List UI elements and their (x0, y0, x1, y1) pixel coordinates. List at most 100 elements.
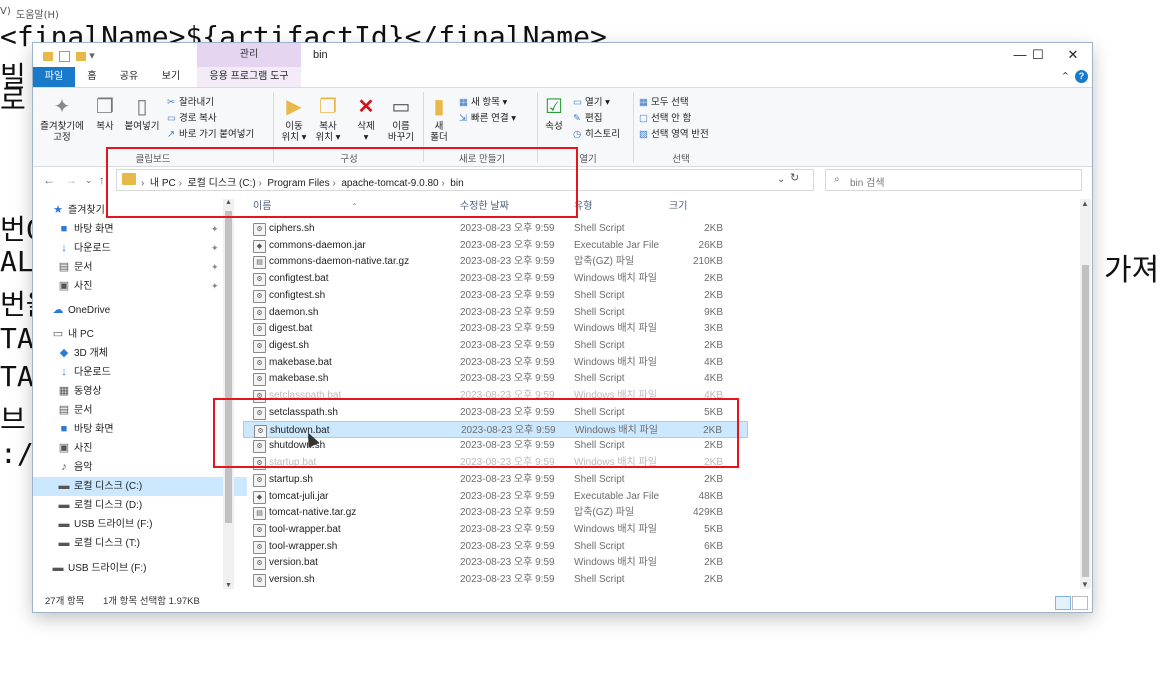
refresh-icon[interactable]: ↻ (790, 171, 799, 184)
nav-item[interactable]: ▬ 로컬 디스크 (C:) (33, 477, 247, 496)
delete-icon: ✕ (357, 96, 375, 118)
cut-button[interactable]: ✂ 잘라내기 (167, 94, 214, 108)
address-dropdown-icon[interactable]: ⌄ (777, 174, 785, 185)
table-row[interactable]: ⚙ digest.bat 2023-08-23 오후 9:59 Windows 배치 … (243, 320, 748, 337)
history-button[interactable]: ◷ 히스토리 (573, 126, 620, 140)
copy-button[interactable]: ❐ 복사 (91, 96, 119, 132)
table-row[interactable]: ⚙ version.bat 2023-08-23 오후 9:59 Windows 배치… (243, 554, 748, 571)
nav-item[interactable]: ▬ 로컬 디스크 (D:) (33, 496, 247, 515)
nav-item[interactable]: ↓ 다운로드 (33, 363, 247, 382)
copy-to-button[interactable]: ❐ 복사 위치 ▾ (311, 96, 345, 143)
scroll-down-icon[interactable]: ▼ (1081, 580, 1089, 589)
scroll-down-icon[interactable]: ▼ (225, 582, 232, 589)
paste-button[interactable]: ▯ 붙여넣기 (121, 96, 163, 132)
nav-item[interactable]: ▬ USB 드라이브 (F:) (33, 515, 247, 534)
paste-icon: ▯ (136, 96, 148, 118)
large-icons-view-icon[interactable] (1072, 596, 1088, 610)
ribbon-expand-icon[interactable]: ⌃ (1061, 70, 1070, 83)
quick-access-toolbar[interactable]: ▾ (43, 49, 95, 62)
nav-scrollbar[interactable]: ▲ ▼ (223, 199, 234, 589)
nav-item[interactable]: ▬ USB 드라이브 (F:) (33, 559, 241, 578)
select-all-button[interactable]: ▦ 모두 선택 (639, 94, 689, 108)
file-list: 이름 ⌃ 수정한 날짜 유형 크기 ⚙ ciphers.sh 2023-08-23 … (243, 199, 1078, 591)
forward-arrow-icon[interactable]: → (65, 173, 77, 187)
file-name: version.bat (269, 557, 318, 569)
nav-item[interactable]: ▬ 로컬 디스크 (T:) (33, 534, 247, 553)
context-tab-manage[interactable]: 관리 (197, 43, 301, 67)
nav-item[interactable]: ↓ 다운로드 ✦ (33, 239, 247, 258)
selection-info: 1개 항목 선택함 1.97KB (103, 596, 200, 607)
nav-item[interactable]: ■ 바탕 화면 ✦ (33, 220, 247, 239)
table-row[interactable]: ⚙ tool-wrapper.bat 2023-08-23 오후 9:59 Windo… (243, 521, 748, 538)
back-arrow-icon[interactable]: ← (43, 173, 55, 187)
table-row[interactable]: ▤ tomcat-native.tar.gz 2023-08-23 오후 9:59 압… (243, 504, 748, 521)
nav-item-icon: ■ (60, 423, 68, 435)
file-type: Windows 배치 파일 (574, 273, 657, 285)
table-row[interactable]: ◆ commons-daemon.jar 2023-08-23 오후 9:59 Exe… (243, 237, 748, 254)
table-row[interactable]: ⚙ configtest.bat 2023-08-23 오후 9:59 Windows… (243, 270, 748, 287)
pin-icon[interactable]: ✦ (211, 220, 219, 239)
scroll-up-icon[interactable]: ▲ (1081, 199, 1089, 208)
table-row[interactable]: ⚙ configtest.sh 2023-08-23 오후 9:59 Shell Sc… (243, 287, 748, 304)
edit-button[interactable]: ✎ 편집 (573, 110, 602, 124)
table-row[interactable]: ⚙ daemon.sh 2023-08-23 오후 9:59 Shell Script… (243, 304, 748, 321)
qat-dropdown[interactable]: ▾ (89, 50, 95, 62)
close-button[interactable]: ✕ (1058, 47, 1088, 63)
maximize-button[interactable]: ☐ (1023, 47, 1053, 63)
rename-button[interactable]: ▭ 이름 바꾸기 (383, 96, 419, 143)
file-date: 2023-08-23 오후 9:59 (460, 273, 555, 285)
file-list-scrollbar[interactable]: ▲ ▼ (1080, 199, 1091, 589)
table-row[interactable]: ⚙ makebase.sh 2023-08-23 오후 9:59 Shell Scri… (243, 370, 748, 387)
tab-home[interactable]: 홈 (79, 67, 105, 87)
tab-file[interactable]: 파일 (33, 67, 75, 87)
tab-view[interactable]: 보기 (155, 67, 187, 87)
details-view-icon[interactable] (1055, 596, 1071, 610)
up-arrow-icon[interactable]: ↑ (99, 173, 105, 187)
tab-app-tools[interactable]: 응용 프로그램 도구 (197, 67, 301, 87)
background-fragment: :/ (0, 437, 34, 470)
tab-share[interactable]: 공유 (113, 67, 145, 87)
file-date: 2023-08-23 오후 9:59 (460, 473, 555, 485)
easy-access-button[interactable]: ⇲ 빠른 연결 ▾ (459, 110, 516, 124)
nav-item[interactable]: ▭ 내 PC (33, 325, 241, 344)
table-row[interactable]: ⚙ makebase.bat 2023-08-23 오후 9:59 Windows 배… (243, 354, 748, 371)
recent-dropdown-icon[interactable]: ⌄ (85, 175, 93, 186)
pin-icon[interactable]: ✦ (211, 239, 219, 258)
delete-label-2: ▾ (363, 132, 369, 143)
nav-item-icon: ◆ (59, 347, 69, 359)
nav-item[interactable]: ▣ 사진 ✦ (33, 277, 247, 296)
file-name: tool-wrapper.bat (269, 523, 341, 535)
paste-shortcut-button[interactable]: ↗ 바로 가기 붙여넣기 (167, 126, 254, 140)
file-type: Shell Script (574, 340, 625, 352)
pin-icon[interactable]: ✦ (211, 258, 219, 277)
file-type-icon: ⚙ (253, 356, 266, 370)
open-button[interactable]: ▭ 열기 ▾ (573, 94, 610, 108)
table-row[interactable]: ◆ tomcat-juli.jar 2023-08-23 오후 9:59 Execut… (243, 488, 748, 505)
pin-quick-access-button[interactable]: ✦ 즐겨찾기에 고정 (37, 96, 87, 143)
table-row[interactable]: ⚙ digest.sh 2023-08-23 오후 9:59 Shell Script… (243, 337, 748, 354)
select-none-button[interactable]: ▢ 선택 안 함 (639, 110, 691, 124)
background-fragment: AL (0, 245, 34, 278)
delete-button[interactable]: ✕ 삭제 ▾ (349, 96, 383, 143)
move-to-button[interactable]: ▶ 이동 위치 ▾ (277, 96, 311, 143)
properties-button[interactable]: ☑ 속성 (539, 96, 569, 132)
copy-path-button[interactable]: ▭ 경로 복사 (167, 110, 217, 124)
nav-item[interactable]: ◆ 3D 개체 (33, 344, 247, 363)
invert-selection-button[interactable]: ▨ 선택 영역 반전 (639, 126, 709, 140)
nav-item[interactable]: ▤ 문서 ✦ (33, 258, 247, 277)
search-input[interactable]: ⌕ bin 검색 (825, 169, 1082, 191)
table-row[interactable]: ⚙ startup.sh 2023-08-23 오후 9:59 Shell Scrip… (243, 471, 748, 488)
help-icon[interactable]: ? (1075, 70, 1088, 83)
pin-icon[interactable]: ✦ (211, 277, 219, 296)
new-item-button[interactable]: ▦ 새 항목 ▾ (459, 94, 507, 108)
nav-scroll-thumb[interactable] (225, 211, 232, 523)
table-row[interactable]: ⚙ version.sh 2023-08-23 오후 9:59 Shell Scrip… (243, 571, 748, 588)
table-row[interactable]: ⚙ ciphers.sh 2023-08-23 오후 9:59 Shell Scrip… (243, 220, 748, 237)
table-row[interactable]: ⚙ tool-wrapper.sh 2023-08-23 오후 9:59 Shell … (243, 538, 748, 555)
nav-item[interactable]: ☁ OneDrive (33, 301, 241, 320)
table-row[interactable]: ▤ commons-daemon-native.tar.gz 2023-08-23 … (243, 253, 748, 270)
nav-item-icon: ▭ (52, 328, 64, 340)
file-scroll-thumb[interactable] (1082, 265, 1089, 577)
new-folder-button[interactable]: ▮ 새 폴더 (427, 96, 451, 143)
file-type-icon: ⚙ (253, 306, 266, 320)
